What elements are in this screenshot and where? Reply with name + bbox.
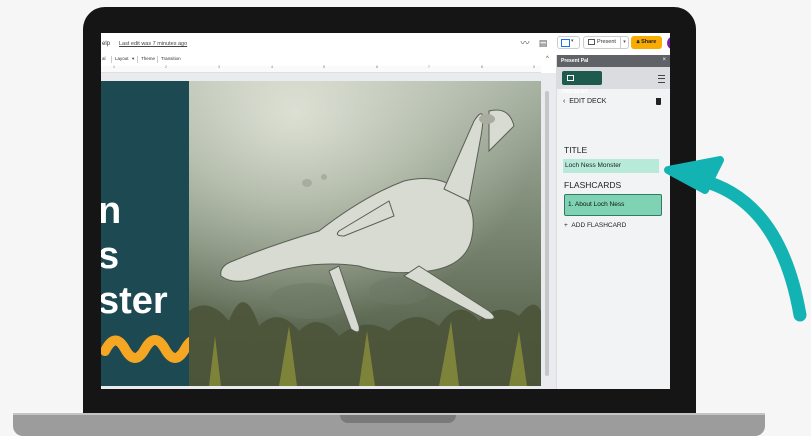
curved-arrow-annotation: [664, 156, 807, 322]
